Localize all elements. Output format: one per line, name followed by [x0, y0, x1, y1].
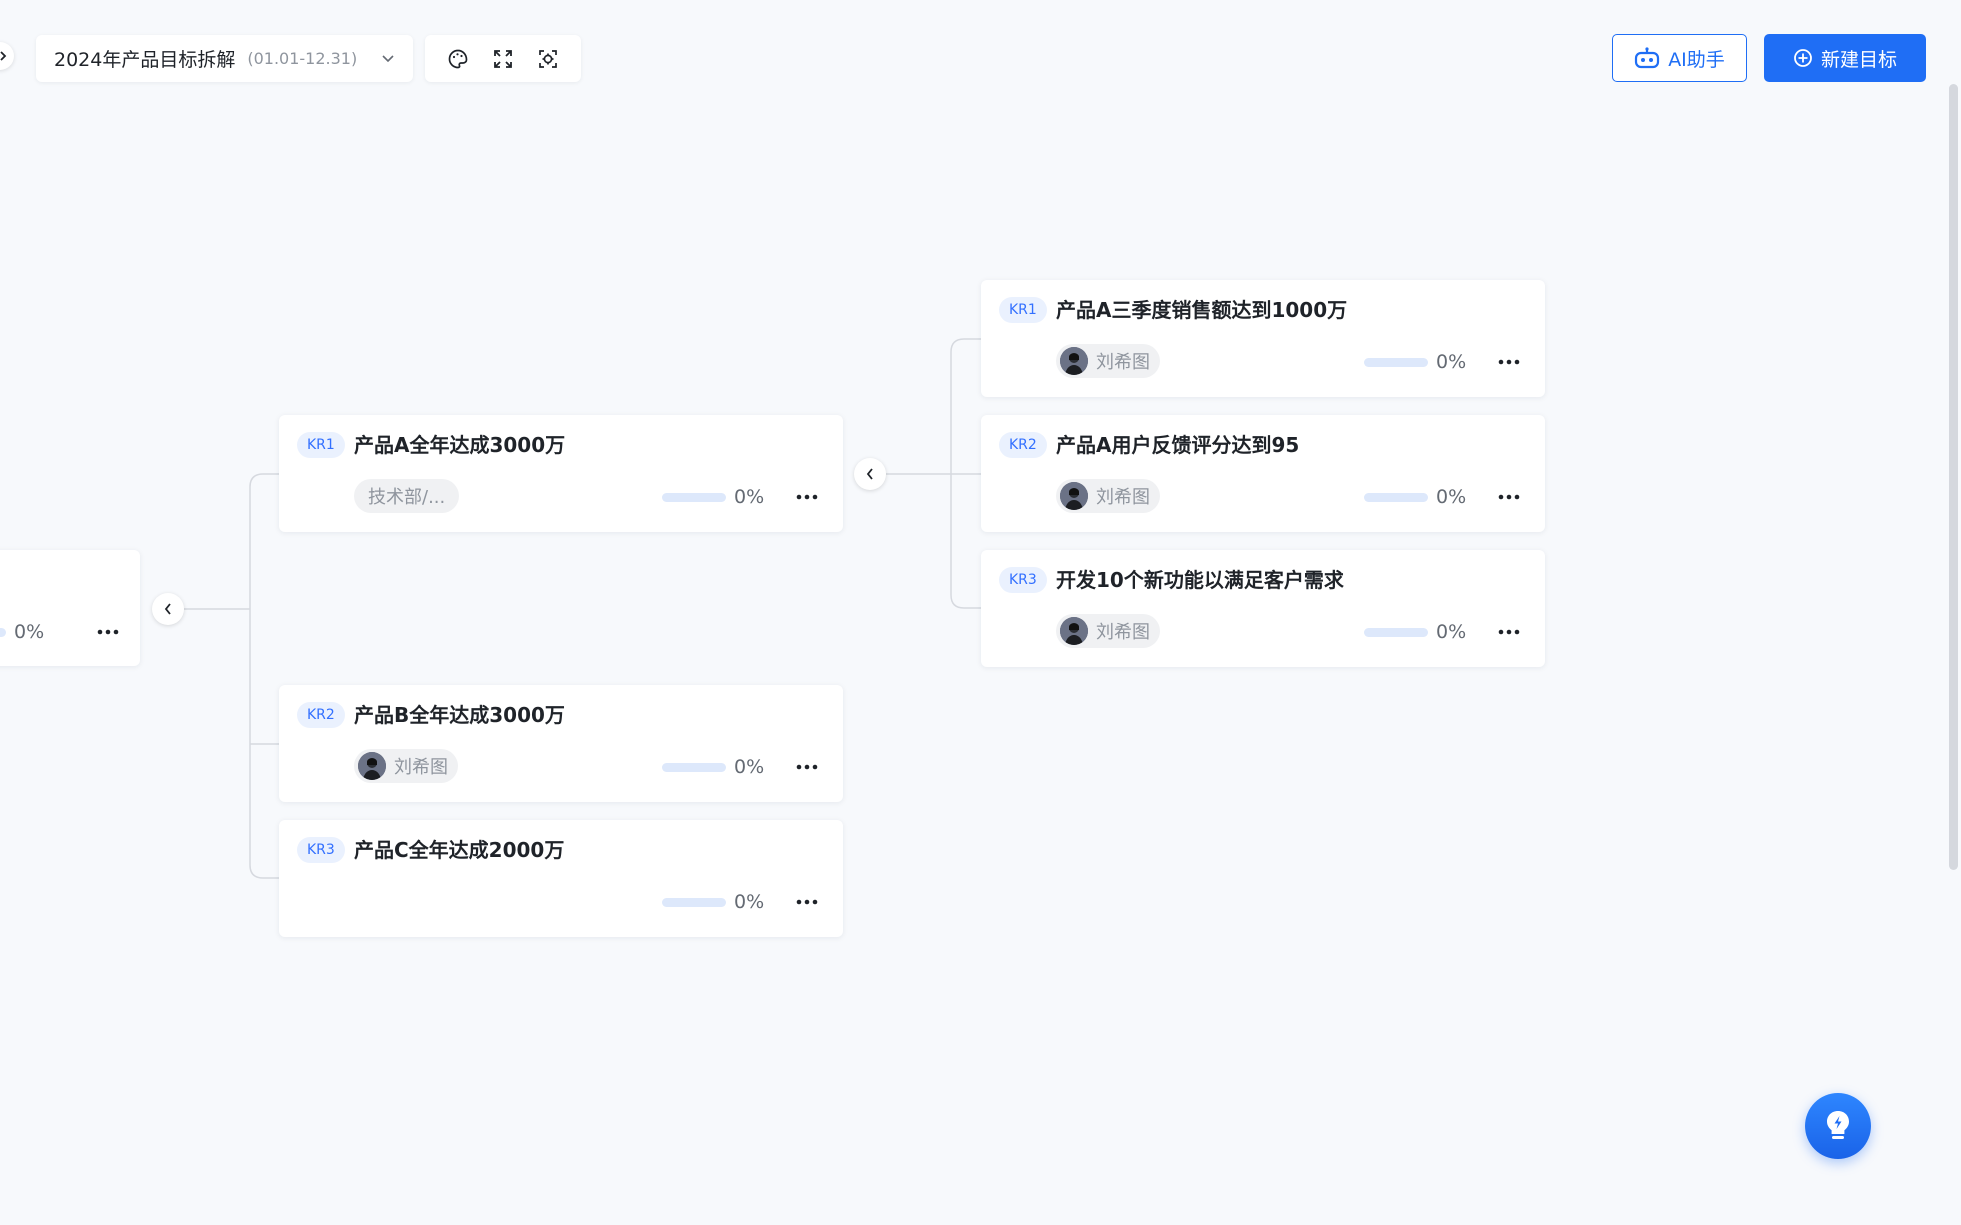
owner-department-tag[interactable]: 技术部/... — [354, 479, 460, 513]
progress-bar — [662, 492, 726, 502]
kr-title: 产品A用户反馈评分达到95 — [1056, 433, 1300, 457]
kr-title: 产品C全年达成2000万 — [354, 838, 565, 862]
chevron-left-icon — [866, 468, 873, 480]
owner-label: 刘希图 — [1096, 622, 1150, 643]
collapse-root-toggle[interactable] — [152, 593, 184, 625]
kr-card-level2-1[interactable]: KR1 产品A三季度销售额达到1000万 刘希图 0% — [981, 280, 1545, 397]
progress-indicator: 0% — [662, 756, 764, 778]
progress-indicator: 0% — [662, 486, 764, 508]
owner-tag[interactable]: 刘希图 — [354, 749, 458, 783]
kr-title: 开发10个新功能以满足客户需求 — [1056, 568, 1344, 592]
okr-canvas[interactable]: 2024年产品目标拆解 (01.01-12.31) AI助手 新建目标 0% K… — [0, 0, 1961, 1225]
vertical-scrollbar[interactable] — [1949, 84, 1958, 870]
owner-label: 技术部/... — [368, 487, 446, 508]
more-icon[interactable] — [1498, 626, 1524, 638]
progress-bar — [1364, 627, 1428, 637]
progress-percent: 0% — [1436, 486, 1467, 508]
progress-bar — [662, 762, 726, 772]
kr-badge: KR2 — [297, 702, 345, 728]
kr-title: 产品B全年达成3000万 — [354, 703, 565, 727]
ai-assistant-button[interactable]: AI助手 — [1612, 34, 1747, 82]
kr-title: 产品A全年达成3000万 — [354, 433, 566, 457]
progress-indicator: 0% — [0, 621, 44, 643]
plus-circle-icon — [1794, 49, 1812, 67]
new-objective-button[interactable]: 新建目标 — [1764, 34, 1926, 82]
plan-title: 2024年产品目标拆解 — [54, 49, 236, 71]
fullscreen-icon[interactable] — [488, 44, 518, 74]
kr-badge: KR3 — [999, 567, 1047, 593]
progress-percent: 0% — [734, 891, 765, 913]
objective-card-root[interactable]: 0% — [0, 550, 140, 666]
more-icon[interactable] — [97, 626, 123, 638]
kr-card-level2-3[interactable]: KR3 开发10个新功能以满足客户需求 刘希图 0% — [981, 550, 1545, 667]
owner-tag[interactable]: 刘希图 — [1056, 614, 1160, 648]
progress-percent: 0% — [734, 486, 765, 508]
new-objective-label: 新建目标 — [1820, 48, 1897, 71]
progress-bar — [0, 627, 6, 637]
progress-bar — [662, 897, 726, 907]
owner-tag[interactable]: 刘希图 — [1056, 344, 1160, 378]
progress-indicator: 0% — [662, 891, 764, 913]
kr-card-level1-3[interactable]: KR3 产品C全年达成2000万 0% — [279, 820, 843, 937]
lightbulb-icon — [1827, 1111, 1849, 1139]
kr-card-level2-2[interactable]: KR2 产品A用户反馈评分达到95 刘希图 0% — [981, 415, 1545, 532]
avatar — [358, 752, 386, 780]
kr-card-level1-2[interactable]: KR2 产品B全年达成3000万 刘希图 0% — [279, 685, 843, 802]
view-tools — [425, 35, 581, 82]
kr-title: 产品A三季度销售额达到1000万 — [1056, 298, 1348, 322]
progress-bar — [1364, 357, 1428, 367]
progress-indicator: 0% — [1364, 486, 1466, 508]
owner-label: 刘希图 — [1096, 487, 1150, 508]
chevron-left-icon — [164, 603, 171, 615]
kr-card-level1-1[interactable]: KR1 产品A全年达成3000万 技术部/... 0% — [279, 415, 843, 532]
avatar — [1060, 347, 1088, 375]
progress-percent: 0% — [1436, 351, 1467, 373]
progress-percent: 0% — [14, 621, 45, 643]
progress-percent: 0% — [1436, 621, 1467, 643]
plan-range: (01.01-12.31) — [247, 49, 358, 68]
tips-button[interactable] — [1805, 1093, 1871, 1159]
owner-label: 刘希图 — [394, 757, 448, 778]
progress-indicator: 0% — [1364, 621, 1466, 643]
progress-indicator: 0% — [1364, 351, 1466, 373]
progress-percent: 0% — [734, 756, 765, 778]
palette-icon[interactable] — [443, 44, 473, 74]
chevron-down-icon — [381, 54, 395, 64]
more-icon[interactable] — [1498, 491, 1524, 503]
kr-badge: KR1 — [999, 297, 1047, 323]
more-icon[interactable] — [796, 491, 822, 503]
plan-selector[interactable]: 2024年产品目标拆解 (01.01-12.31) — [36, 35, 413, 82]
avatar — [1060, 482, 1088, 510]
ai-assistant-label: AI助手 — [1668, 48, 1725, 71]
more-icon[interactable] — [796, 761, 822, 773]
more-icon[interactable] — [796, 896, 822, 908]
progress-bar — [1364, 492, 1428, 502]
chevron-right-icon — [0, 51, 7, 61]
more-icon[interactable] — [1498, 356, 1524, 368]
owner-label: 刘希图 — [1096, 352, 1150, 373]
owner-tag[interactable]: 刘希图 — [1056, 479, 1160, 513]
robot-icon — [1635, 47, 1660, 69]
focus-icon[interactable] — [533, 44, 563, 74]
collapse-kr1-toggle[interactable] — [854, 458, 886, 490]
avatar — [1060, 617, 1088, 645]
kr-badge: KR2 — [999, 432, 1047, 458]
kr-badge: KR1 — [297, 432, 345, 458]
kr-badge: KR3 — [297, 837, 345, 863]
